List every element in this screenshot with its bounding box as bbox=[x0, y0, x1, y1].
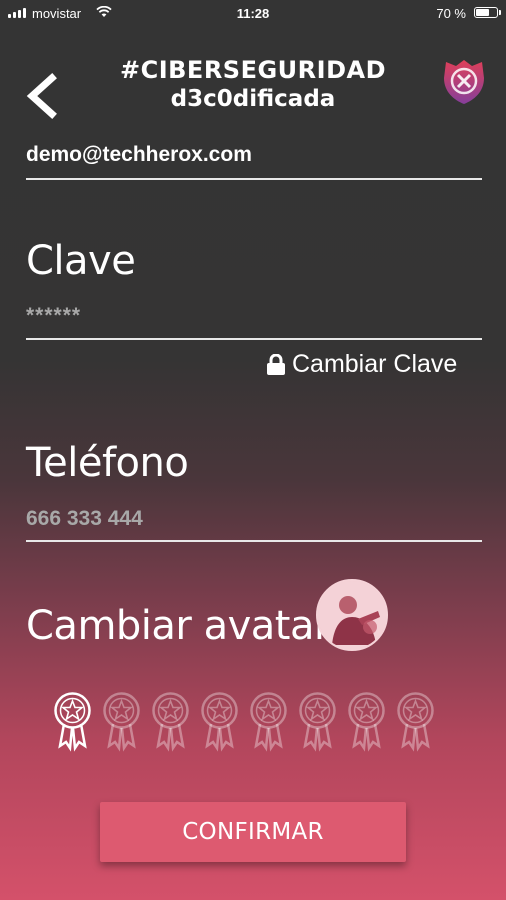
password-label: Clave bbox=[26, 238, 136, 284]
password-field[interactable]: ****** bbox=[26, 304, 81, 328]
badge-locked-icon bbox=[297, 690, 338, 752]
phone-field[interactable]: 666 333 444 bbox=[26, 507, 143, 531]
battery-icon bbox=[474, 7, 501, 18]
badge-locked-icon bbox=[395, 690, 436, 752]
change-password-link[interactable]: Cambiar Clave bbox=[266, 350, 457, 379]
email-value[interactable]: demo@techherox.com bbox=[26, 143, 252, 167]
badge-unlocked-icon bbox=[52, 690, 93, 752]
badge-locked-icon bbox=[199, 690, 240, 752]
status-time: 11:28 bbox=[236, 6, 270, 21]
confirm-button[interactable]: CONFIRMAR bbox=[100, 802, 406, 862]
lock-icon bbox=[267, 353, 285, 375]
change-password-label: Cambiar Clave bbox=[292, 350, 458, 378]
change-avatar-label: Cambiar avatar bbox=[26, 603, 330, 649]
app-subtitle: d3c0dificada bbox=[170, 86, 336, 112]
phone-label: Teléfono bbox=[26, 440, 189, 486]
battery-percentage: 70 % bbox=[436, 6, 466, 21]
badge-row bbox=[52, 690, 436, 752]
badge-locked-icon bbox=[101, 690, 142, 752]
avatar[interactable] bbox=[316, 579, 388, 651]
battery-level-fill bbox=[476, 9, 490, 16]
avatar-image bbox=[318, 581, 386, 649]
password-underline bbox=[26, 338, 482, 340]
app-title: #CIBERSEGURIDAD bbox=[119, 56, 386, 84]
phone-underline bbox=[26, 540, 482, 542]
shield-x-logo-icon bbox=[444, 60, 484, 104]
badge-locked-icon bbox=[150, 690, 191, 752]
status-bar: movistar 11:28 70 % bbox=[0, 0, 506, 28]
email-underline bbox=[26, 178, 482, 180]
badge-locked-icon bbox=[346, 690, 387, 752]
badge-locked-icon bbox=[248, 690, 289, 752]
